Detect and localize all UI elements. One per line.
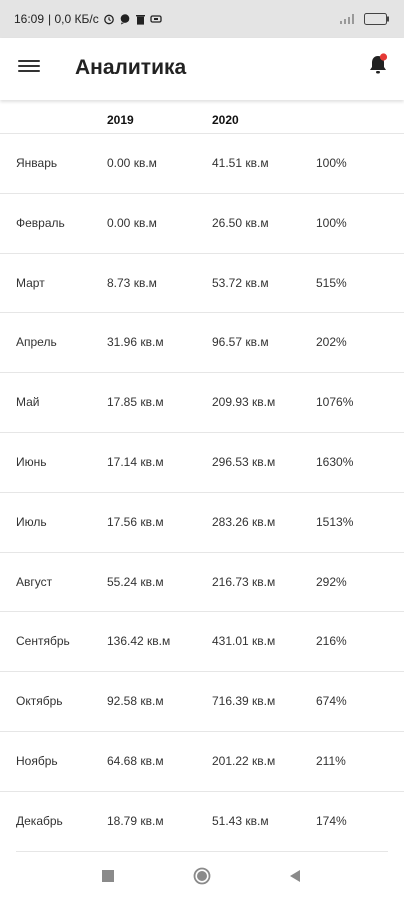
value-2019-cell: 31.96 кв.м — [107, 335, 164, 350]
battery-icon — [364, 13, 390, 25]
table-row: Июль 17.56 кв.м 283.26 кв.м 1513% — [0, 493, 404, 553]
table-row: Март 8.73 кв.м 53.72 кв.м 515% — [0, 254, 404, 314]
value-2020-cell: 296.53 кв.м — [212, 454, 276, 469]
value-2020-cell: 201.22 кв.м — [212, 753, 276, 768]
value-2019-cell: 8.73 кв.м — [107, 275, 157, 290]
status-left: 16:09 | 0,0 КБ/с — [14, 12, 162, 26]
month-cell: Ноябрь — [16, 753, 58, 768]
menu-button[interactable] — [18, 57, 40, 79]
month-cell: Июнь — [16, 454, 47, 469]
notifications-button[interactable] — [366, 52, 390, 78]
header-year-2019: 2019 — [107, 113, 134, 127]
value-2020-cell: 53.72 кв.м — [212, 275, 269, 290]
value-2019-cell: 92.58 кв.м — [107, 694, 164, 709]
value-2020-cell: 51.43 кв.м — [212, 813, 269, 828]
value-2020-cell: 431.01 кв.м — [212, 634, 276, 649]
percent-cell: 1513% — [316, 514, 354, 529]
table-row: Январь 0.00 кв.м 41.51 кв.м 100% — [0, 134, 404, 194]
value-2020-cell: 41.51 кв.м — [212, 156, 269, 170]
status-time: 16:09 — [14, 12, 45, 26]
value-2020-cell: 26.50 кв.м — [212, 215, 269, 230]
value-2019-cell: 136.42 кв.м — [107, 634, 171, 649]
hamburger-menu-icon — [18, 60, 40, 72]
value-2020-cell: 283.26 кв.м — [212, 514, 276, 529]
percent-cell: 174% — [316, 813, 347, 828]
month-cell: Июль — [16, 514, 47, 529]
link-icon — [150, 13, 162, 25]
month-cell: Октябрь — [16, 694, 63, 709]
app-bar: Аналитика — [0, 38, 404, 100]
system-nav-bar — [0, 852, 404, 900]
percent-cell: 674% — [316, 694, 347, 709]
square-icon[interactable] — [102, 870, 114, 882]
analytics-table: Январь 0.00 кв.м 41.51 кв.м 100% Февраль… — [0, 134, 404, 852]
value-2019-cell: 17.85 кв.м — [107, 395, 164, 410]
table-row: Сентябрь 136.42 кв.м 431.01 кв.м 216% — [0, 612, 404, 673]
value-2020-cell: 716.39 кв.м — [212, 694, 276, 709]
month-cell: Январь — [16, 156, 58, 170]
value-2019-cell: 17.14 кв.м — [107, 454, 164, 469]
table-row: Ноябрь 64.68 кв.м 201.22 кв.м 211% — [0, 732, 404, 792]
month-cell: Апрель — [16, 335, 57, 350]
status-bar: 16:09 | 0,0 КБ/с — [0, 0, 404, 38]
chat-icon — [119, 13, 131, 25]
table-row: Апрель 31.96 кв.м 96.57 кв.м 202% — [0, 313, 404, 374]
percent-cell: 100% — [316, 215, 347, 230]
network-speed: | 0,0 КБ/с — [48, 12, 99, 26]
value-2019-cell: 55.24 кв.м — [107, 574, 164, 589]
value-2019-cell: 0.00 кв.м — [107, 156, 157, 170]
alarm-icon — [103, 13, 115, 25]
month-cell: Февраль — [16, 215, 65, 230]
value-2020-cell: 216.73 кв.м — [212, 574, 276, 589]
table-header: 2019 2020 — [0, 100, 404, 134]
circle-icon[interactable] — [193, 867, 211, 885]
value-2019-cell: 64.68 кв.м — [107, 753, 164, 768]
page-title: Аналитика — [75, 56, 187, 79]
percent-cell: 1630% — [316, 454, 354, 469]
table-row: Август 55.24 кв.м 216.73 кв.м 292% — [0, 553, 404, 613]
month-cell: Май — [16, 395, 40, 410]
triangle-back-icon[interactable] — [288, 869, 302, 883]
value-2019-cell: 18.79 кв.м — [107, 813, 164, 828]
month-cell: Декабрь — [16, 813, 63, 828]
table-row: Октябрь 92.58 кв.м 716.39 кв.м 674% — [0, 672, 404, 732]
table-row: Июнь 17.14 кв.м 296.53 кв.м 1630% — [0, 433, 404, 493]
month-cell: Март — [16, 275, 45, 290]
status-right — [338, 13, 390, 25]
header-year-2020: 2020 — [212, 113, 239, 127]
trash-icon — [135, 13, 146, 25]
notification-dot — [379, 53, 388, 61]
percent-cell: 211% — [316, 753, 346, 768]
percent-cell: 100% — [316, 156, 347, 170]
table-row: Декабрь 18.79 кв.м 51.43 кв.м 174% — [0, 792, 404, 852]
value-2020-cell: 96.57 кв.м — [212, 335, 269, 350]
percent-cell: 292% — [316, 574, 347, 589]
bell-icon — [370, 53, 388, 74]
percent-cell: 1076% — [316, 395, 354, 410]
signal-icon — [338, 13, 358, 25]
month-cell: Сентябрь — [16, 634, 70, 649]
percent-cell: 202% — [316, 335, 347, 350]
table-row: Май 17.85 кв.м 209.93 кв.м 1076% — [0, 373, 404, 433]
month-cell: Август — [16, 574, 53, 589]
table-row: Февраль 0.00 кв.м 26.50 кв.м 100% — [0, 194, 404, 254]
value-2019-cell: 0.00 кв.м — [107, 215, 157, 230]
percent-cell: 216% — [316, 634, 347, 649]
value-2019-cell: 17.56 кв.м — [107, 514, 164, 529]
percent-cell: 515% — [316, 275, 347, 290]
value-2020-cell: 209.93 кв.м — [212, 395, 276, 410]
